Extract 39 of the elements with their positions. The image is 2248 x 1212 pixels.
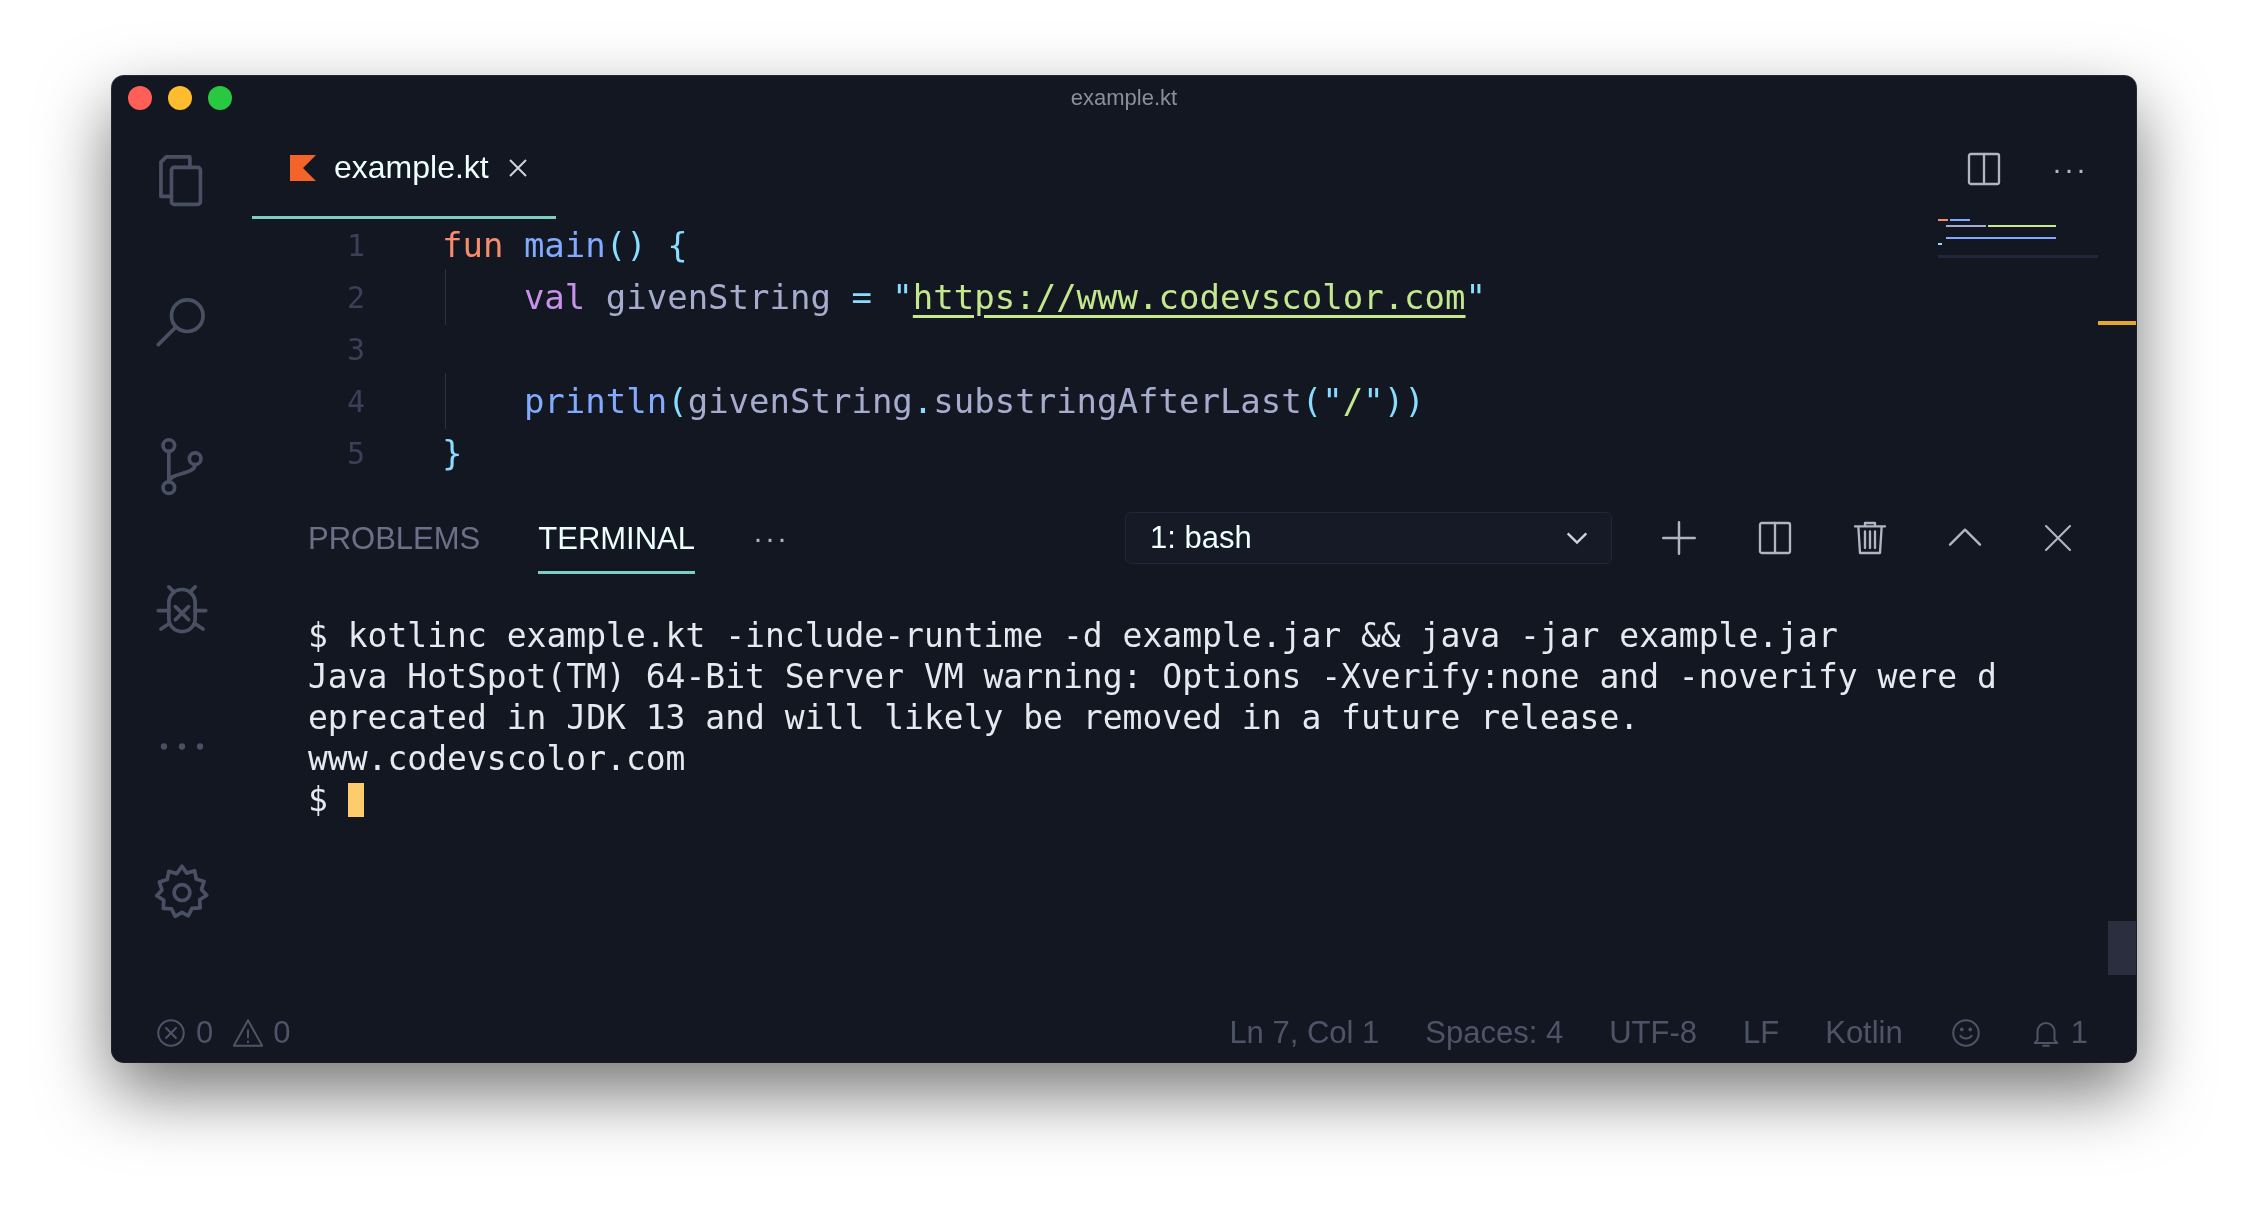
code-token: .: [912, 381, 934, 421]
code-link[interactable]: https://www.codevscolor.com: [912, 277, 1466, 317]
window-title: example.kt: [1069, 84, 1179, 111]
code-token: val: [522, 277, 586, 317]
code-token: (": [1301, 381, 1343, 421]
more-actions-button[interactable]: ···: [2052, 152, 2088, 186]
status-item[interactable]: Ln 7, Col 1: [1229, 1015, 1380, 1051]
status-item[interactable]: UTF-8: [1609, 1015, 1697, 1051]
code-token: givenString: [687, 381, 913, 421]
code-token: givenString: [604, 277, 832, 317]
status-item[interactable]: LF: [1743, 1015, 1780, 1051]
panel-tab[interactable]: PROBLEMS: [308, 502, 481, 574]
code-token: /: [1342, 381, 1364, 421]
terminal-select[interactable]: 1: bash: [1125, 512, 1612, 564]
code-token: }: [442, 433, 463, 473]
code-token: println: [522, 381, 668, 421]
code-token: main: [522, 225, 606, 265]
terminal-line: www.codevscolor.com: [308, 738, 687, 779]
more-actions-button[interactable]: ···: [753, 521, 789, 555]
code-token: =: [851, 277, 872, 317]
terminal-line: $ kotlinc example.kt -include-runtime -d example.jar && java -jar example.jar: [308, 615, 1839, 656]
code-token: fun: [442, 225, 504, 265]
error-count[interactable]: 0: [196, 1015, 214, 1051]
code-token: ")): [1363, 381, 1425, 421]
terminal-line: eprecated in JDK 13 and will likely be removed in a future release.: [308, 697, 1641, 738]
code-token: ": [891, 277, 913, 317]
code-token: (): [605, 225, 647, 265]
panel-tab[interactable]: TERMINAL: [538, 502, 696, 574]
editor-tab[interactable]: example.kt: [252, 119, 556, 219]
code-token: (: [667, 381, 688, 421]
status-item[interactable]: Spaces: 4: [1425, 1015, 1564, 1051]
terminal-prompt: $: [308, 780, 328, 819]
code-token: substringAfterLast: [933, 381, 1302, 421]
warning-count[interactable]: 0: [273, 1015, 291, 1051]
status-item[interactable]: Kotlin: [1825, 1015, 1903, 1051]
notification-count: 1: [2070, 1015, 2088, 1051]
terminal-line: Java HotSpot(TM) 64-Bit Server VM warning: Options -Xverify:none and -noverify were d: [308, 656, 1998, 697]
code-token: {: [666, 225, 688, 265]
code-token: ": [1465, 277, 1486, 317]
